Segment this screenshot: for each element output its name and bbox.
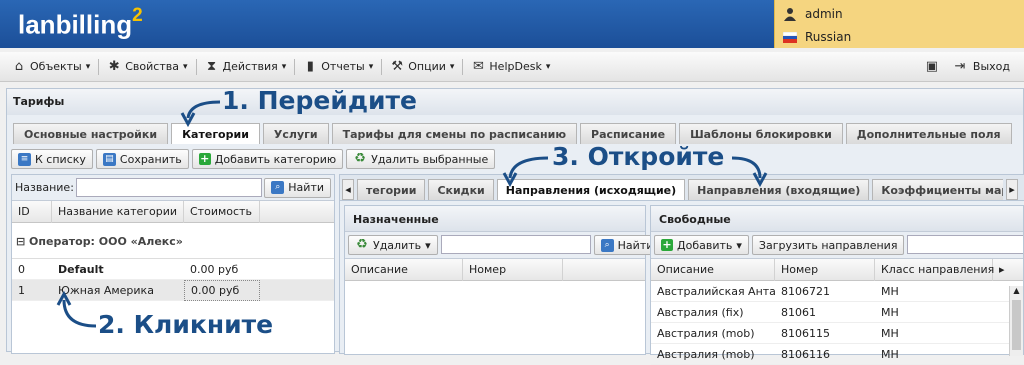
annotation-step-3: 3. Откройте	[552, 142, 725, 171]
annotation-layer	[56, 100, 768, 328]
annotation-step-1: 1. Перейдите	[222, 86, 417, 115]
annotation-step-2: 2. Кликните	[98, 310, 274, 339]
